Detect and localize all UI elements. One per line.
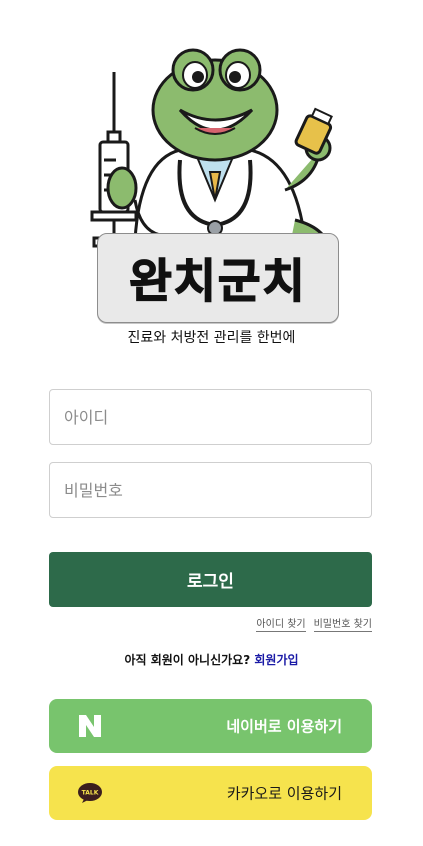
kakao-talk-icon: TALK — [77, 782, 103, 804]
naver-login-label: 네이버로 이용하기 — [226, 717, 342, 736]
kakao-login-label: 카카오로 이용하기 — [226, 784, 342, 803]
find-password-link[interactable]: 비밀번호 찾기 — [313, 615, 372, 632]
brand-logo-text: 완치군치 — [129, 253, 307, 309]
kakao-login-button[interactable]: TALK 카카오로 이용하기 — [49, 766, 372, 820]
find-id-link[interactable]: 아이디 찾기 — [256, 615, 306, 632]
signup-prompt: 아직 회원이 아니신가요? — [124, 653, 251, 667]
find-account-links: 아이디 찾기 비밀번호 찾기 — [256, 615, 372, 632]
brand-logo-box: 완치군치 — [97, 233, 339, 323]
signup-link[interactable]: 회원가입 — [254, 653, 298, 667]
password-input[interactable] — [49, 462, 372, 518]
signup-row: 아직 회원이 아니신가요? 회원가입 — [0, 651, 423, 668]
login-button-label: 로그인 — [187, 572, 234, 592]
login-button[interactable]: 로그인 — [49, 552, 372, 607]
naver-login-button[interactable]: 네이버로 이용하기 — [49, 699, 372, 753]
id-input[interactable] — [49, 389, 372, 445]
naver-icon — [77, 713, 103, 739]
tagline: 진료와 처방전 관리를 한번에 — [127, 330, 296, 346]
kakao-icon-text: TALK — [82, 790, 99, 797]
syringe-icon — [90, 72, 138, 248]
